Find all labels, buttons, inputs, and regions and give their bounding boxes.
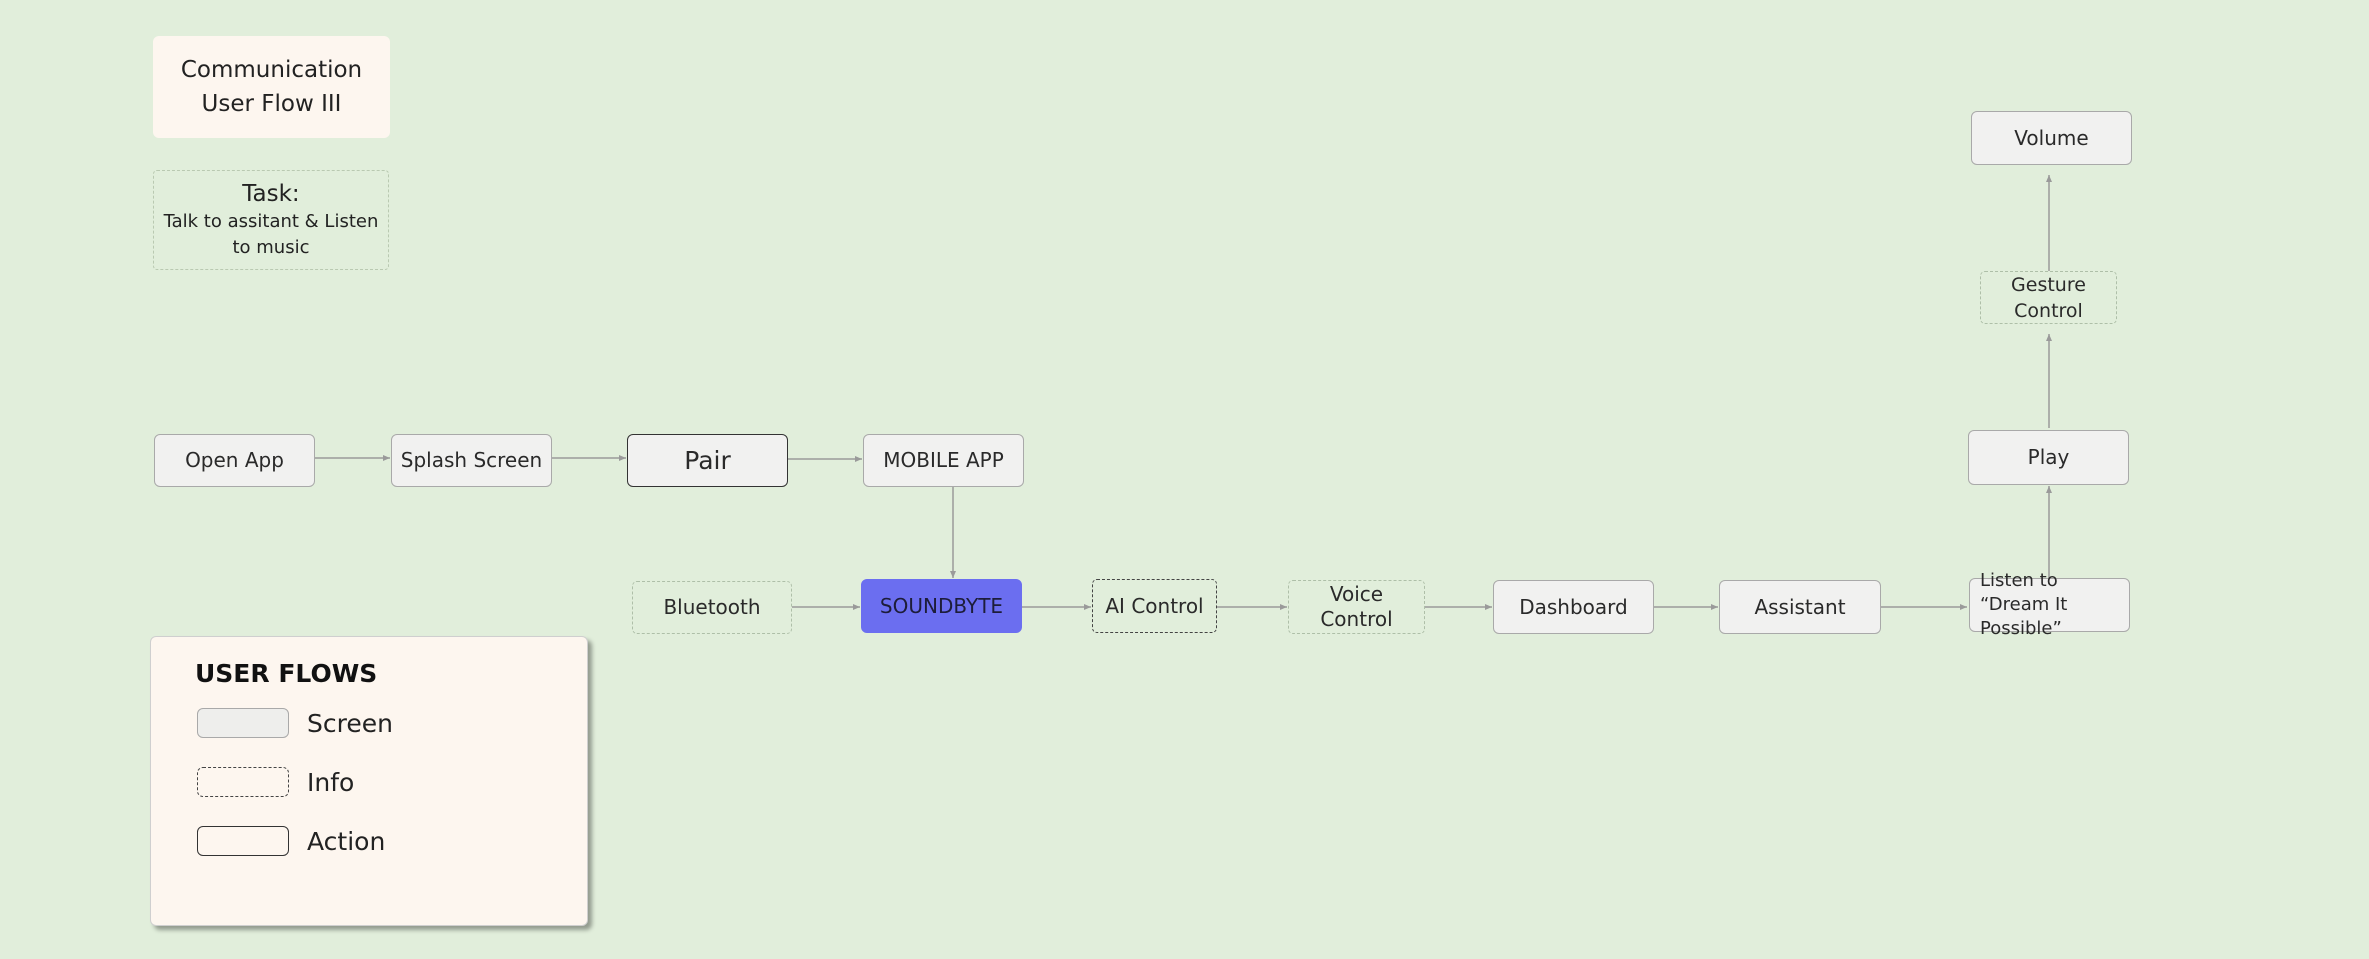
title-card: Communication User Flow III (153, 36, 390, 138)
legend-swatch-screen (197, 708, 289, 738)
legend-title: USER FLOWS (195, 659, 378, 688)
title-line-1: Communication (180, 57, 363, 83)
node-open-app[interactable]: Open App (154, 434, 315, 487)
title-line-2: User Flow III (201, 91, 342, 117)
node-voice-control: Voice Control (1288, 580, 1425, 634)
legend-label-info: Info (307, 767, 355, 797)
node-listen-dream-it-possible[interactable]: Listen to “Dream It Possible” (1969, 570, 2130, 639)
node-play[interactable]: Play (1968, 430, 2129, 485)
legend-swatch-action (197, 826, 289, 856)
legend-label-action: Action (307, 826, 386, 856)
legend-swatch-info (197, 767, 289, 797)
task-card: Task: Talk to assitant & Listen to music (153, 170, 389, 270)
node-bluetooth: Bluetooth (632, 581, 792, 634)
legend-panel: USER FLOWS Screen Info Action (150, 636, 588, 926)
node-gesture-control: Gesture Control (1980, 271, 2117, 324)
node-soundbyte[interactable]: SOUNDBYTE (861, 579, 1022, 633)
node-dashboard[interactable]: Dashboard (1493, 580, 1654, 634)
node-assistant[interactable]: Assistant (1719, 580, 1881, 634)
legend-row-screen: Screen (197, 707, 393, 739)
node-mobile-app[interactable]: MOBILE APP (863, 434, 1024, 487)
node-pair[interactable]: Pair (627, 434, 788, 487)
task-heading: Task: (242, 181, 300, 207)
node-ai-control: AI Control (1092, 579, 1217, 633)
task-text: Talk to assitant & Listen to music (163, 211, 379, 258)
legend-label-screen: Screen (307, 708, 393, 738)
legend-row-action: Action (197, 825, 385, 857)
legend-row-info: Info (197, 766, 354, 798)
node-splash-screen[interactable]: Splash Screen (391, 434, 552, 487)
node-volume[interactable]: Volume (1971, 111, 2132, 165)
